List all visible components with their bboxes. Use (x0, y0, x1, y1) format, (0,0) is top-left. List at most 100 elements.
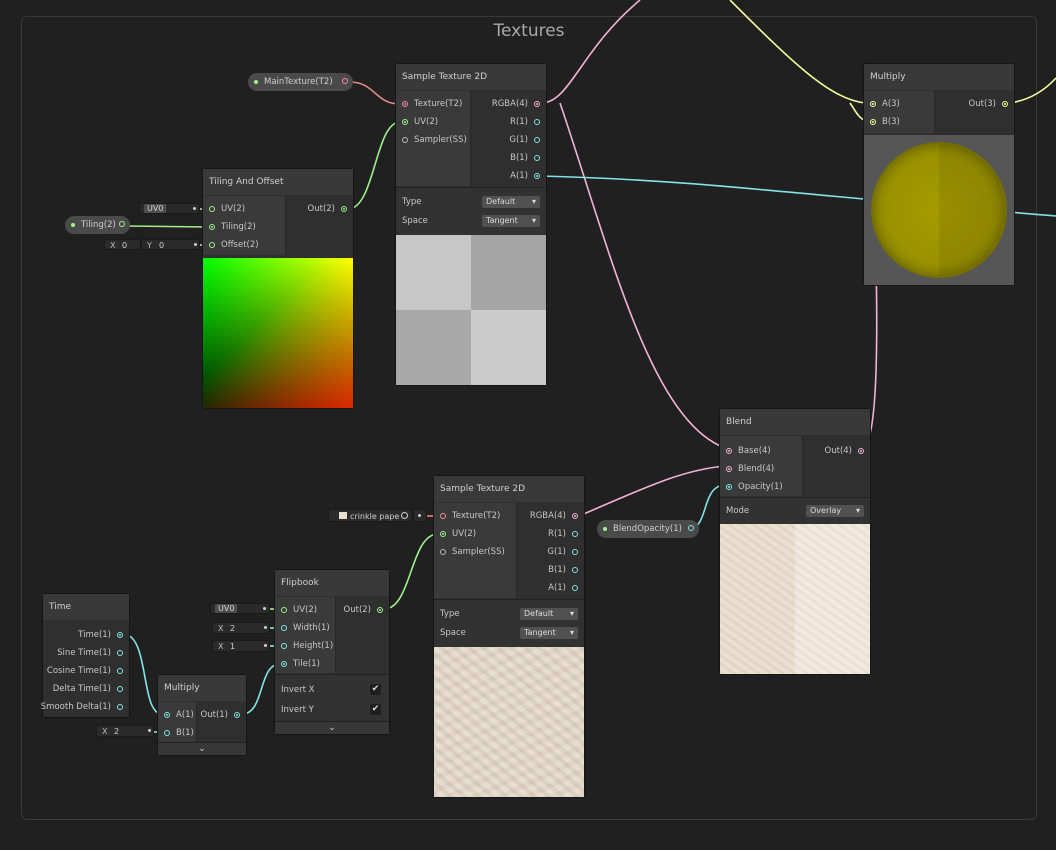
port-icon[interactable] (117, 668, 123, 674)
port-icon[interactable] (440, 549, 446, 555)
port-icon[interactable] (858, 448, 864, 454)
output-out[interactable]: Out(2) (308, 202, 347, 216)
node-blend[interactable]: Blend Base(4) Blend(4) Opacity(1) Out(4)… (719, 408, 871, 675)
port-icon[interactable] (117, 704, 123, 710)
port-icon[interactable] (402, 137, 408, 143)
output-b[interactable]: B(1) (510, 151, 540, 165)
input-uv[interactable]: UV(2) (440, 527, 476, 541)
port-icon[interactable] (209, 242, 215, 248)
input-texture[interactable]: Texture(T2) (402, 97, 462, 111)
output-b[interactable]: B(1) (548, 563, 578, 577)
node-title[interactable]: Tiling And Offset (203, 169, 353, 195)
port-icon[interactable] (377, 607, 383, 613)
port-icon[interactable] (281, 643, 287, 649)
port-icon[interactable] (341, 206, 347, 212)
mode-dropdown[interactable]: Overlay (806, 505, 864, 517)
flipbook-width-field[interactable]: X 2 (212, 622, 270, 634)
port-icon[interactable] (726, 466, 732, 472)
port-icon[interactable] (117, 632, 123, 638)
port-icon[interactable] (402, 101, 408, 107)
output-a[interactable]: A(1) (548, 581, 578, 595)
port-icon[interactable] (440, 531, 446, 537)
object-picker-icon[interactable] (401, 512, 408, 519)
port-icon[interactable] (117, 650, 123, 656)
space-dropdown[interactable]: Tangent (520, 627, 578, 639)
port-icon[interactable] (870, 119, 876, 125)
node-multiply-top[interactable]: Multiply A(3) B(3) Out(3) (863, 63, 1015, 286)
output-r[interactable]: R(1) (510, 115, 540, 129)
node-title[interactable]: Multiply (158, 675, 246, 701)
port-icon[interactable] (534, 101, 540, 107)
output-out[interactable]: Out(1) (201, 708, 240, 722)
input-tiling[interactable]: Tiling(2) (209, 220, 256, 234)
port-icon[interactable] (534, 155, 540, 161)
output-out[interactable]: Out(2) (344, 603, 383, 617)
multiply-b-field[interactable]: X 2 (96, 725, 154, 737)
port-icon[interactable] (234, 712, 240, 718)
node-title[interactable]: Time (43, 594, 129, 620)
space-dropdown[interactable]: Tangent (482, 215, 540, 227)
property-blend-opacity[interactable]: BlendOpacity(1) (597, 520, 699, 538)
port-icon[interactable] (164, 730, 170, 736)
input-b[interactable]: B(3) (870, 115, 900, 129)
property-main-texture[interactable]: MainTexture(T2) (248, 73, 353, 91)
output-g[interactable]: G(1) (547, 545, 578, 559)
port-icon[interactable] (440, 513, 446, 519)
port-icon[interactable] (281, 607, 287, 613)
output-rgba[interactable]: RGBA(4) (492, 97, 540, 111)
output-out[interactable]: Out(4) (825, 444, 864, 458)
flipbook-uv-channel-dropdown[interactable]: UV0 (210, 603, 270, 614)
output-port-icon[interactable] (342, 78, 348, 84)
input-sampler[interactable]: Sampler(SS) (440, 545, 505, 559)
port-icon[interactable] (726, 484, 732, 490)
output-a[interactable]: A(1) (510, 169, 540, 183)
port-icon[interactable] (1002, 101, 1008, 107)
input-sampler[interactable]: Sampler(SS) (402, 133, 467, 147)
port-icon[interactable] (402, 119, 408, 125)
node-title[interactable]: Sample Texture 2D (396, 64, 546, 90)
type-dropdown[interactable]: Default (482, 196, 540, 208)
invert-y-checkbox[interactable]: ✔ (370, 704, 381, 715)
port-icon[interactable] (726, 448, 732, 454)
input-blend[interactable]: Blend(4) (726, 462, 774, 476)
input-b[interactable]: B(1) (164, 726, 194, 740)
port-icon[interactable] (534, 137, 540, 143)
port-icon[interactable] (281, 661, 287, 667)
input-base[interactable]: Base(4) (726, 444, 771, 458)
port-icon[interactable] (572, 549, 578, 555)
output-port-icon[interactable] (119, 221, 125, 227)
input-uv[interactable]: UV(2) (402, 115, 438, 129)
node-sample-texture-top[interactable]: Sample Texture 2D Texture(T2) UV(2) Samp… (395, 63, 547, 386)
chevron-down-icon[interactable]: ⌄ (158, 742, 246, 755)
node-flipbook[interactable]: Flipbook UV(2) Width(1) Height(1) Tile(1… (274, 569, 390, 735)
offset-x-field[interactable]: X 0 (104, 239, 141, 250)
input-offset[interactable]: Offset(2) (209, 238, 259, 252)
port-icon[interactable] (572, 513, 578, 519)
port-icon[interactable] (281, 625, 287, 631)
input-uv[interactable]: UV(2) (209, 202, 245, 216)
node-title[interactable]: Multiply (864, 64, 1014, 90)
port-icon[interactable] (117, 686, 123, 692)
output-delta-time[interactable]: Delta Time(1) (53, 682, 123, 696)
port-icon[interactable] (572, 585, 578, 591)
chevron-down-icon[interactable]: ⌄ (275, 721, 389, 734)
input-width[interactable]: Width(1) (281, 621, 330, 635)
port-icon[interactable] (572, 531, 578, 537)
output-r[interactable]: R(1) (548, 527, 578, 541)
port-icon[interactable] (209, 224, 215, 230)
node-time[interactable]: Time Time(1) Sine Time(1) Cosine Time(1)… (41, 593, 130, 718)
port-icon[interactable] (534, 173, 540, 179)
node-title[interactable]: Sample Texture 2D (434, 476, 584, 502)
input-opacity[interactable]: Opacity(1) (726, 480, 783, 494)
port-icon[interactable] (534, 119, 540, 125)
invert-x-checkbox[interactable]: ✔ (370, 684, 381, 695)
uv-channel-dropdown[interactable]: UV0 (139, 203, 200, 214)
port-icon[interactable] (209, 206, 215, 212)
input-tile[interactable]: Tile(1) (281, 657, 320, 671)
input-uv[interactable]: UV(2) (281, 603, 317, 617)
input-a[interactable]: A(1) (164, 708, 194, 722)
output-out[interactable]: Out(3) (969, 97, 1008, 111)
output-port-icon[interactable] (688, 525, 694, 531)
input-a[interactable]: A(3) (870, 97, 900, 111)
type-dropdown[interactable]: Default (520, 608, 578, 620)
